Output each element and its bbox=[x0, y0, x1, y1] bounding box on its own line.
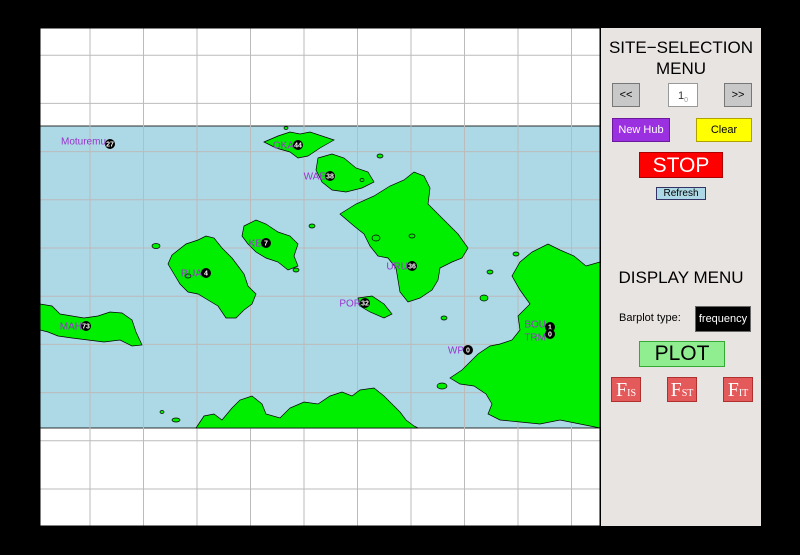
next-button[interactable]: >> bbox=[724, 83, 752, 107]
site-marker[interactable]: 38WAE bbox=[304, 171, 335, 183]
barplot-type-select[interactable]: frequency bbox=[695, 306, 751, 332]
site-label: KE bbox=[249, 239, 263, 250]
site-menu-title: SITE−SELECTION MENU bbox=[601, 37, 761, 79]
barplot-type-label: Barplot type: bbox=[619, 312, 681, 324]
x-tick-label: 2617 bbox=[79, 542, 102, 553]
site-menu-title-line1: SITE−SELECTION bbox=[608, 38, 754, 57]
y-tick-label: 6663 bbox=[20, 285, 31, 308]
site-marker[interactable]: 4RUA bbox=[181, 268, 211, 280]
fit-sub: IT bbox=[738, 388, 749, 399]
y-tick-label: 6662 bbox=[20, 333, 31, 356]
clear-button[interactable]: Clear bbox=[696, 118, 752, 142]
x-tick-label: 2623 bbox=[400, 542, 423, 553]
site-marker[interactable]: 73MAH bbox=[60, 321, 91, 333]
site-label: POR bbox=[339, 299, 361, 310]
y-tick-label: 6667 bbox=[20, 92, 31, 115]
site-label: WAE bbox=[304, 172, 327, 183]
map-area[interactable]: 27 Moturemu 44 OKA 38 WAE 7 KE 4 RUA 36 URU 32 POR 73 M… bbox=[0, 0, 600, 555]
refresh-button[interactable]: Refresh bbox=[656, 187, 706, 200]
plot-button[interactable]: PLOT bbox=[639, 341, 725, 367]
y-tick-label: 6666 bbox=[20, 140, 31, 163]
site-number: 27 bbox=[106, 142, 114, 149]
site-label: MAH bbox=[60, 322, 82, 333]
site-label: BOU bbox=[524, 320, 546, 331]
y-tick-label: 6665 bbox=[20, 188, 31, 211]
islet bbox=[171, 417, 181, 423]
site-label: RUA bbox=[181, 269, 202, 280]
islet bbox=[308, 223, 316, 229]
y-tick-label: 6659 bbox=[20, 477, 31, 500]
site-number: 44 bbox=[294, 143, 302, 150]
x-tick-label: 2625 bbox=[507, 542, 530, 553]
x-tick-label: 2622 bbox=[346, 542, 369, 553]
stop-button[interactable]: STOP bbox=[639, 152, 723, 178]
site-number: 0 bbox=[466, 348, 470, 355]
site-label: WP bbox=[448, 346, 464, 357]
site-number: 38 bbox=[326, 174, 334, 181]
site-number: 7 bbox=[264, 241, 268, 248]
y-tick-label: 6668 bbox=[20, 44, 31, 67]
islet bbox=[440, 315, 448, 321]
page-number-sub: 0 bbox=[684, 97, 689, 105]
y-tick-label: 6664 bbox=[20, 236, 31, 259]
y-tick-label: 6660 bbox=[20, 429, 31, 452]
site-marker[interactable]: 36URU bbox=[386, 261, 417, 273]
site-number: 4 bbox=[204, 271, 208, 278]
display-menu-title: DISPLAY MENU bbox=[618, 268, 744, 287]
x-tick-label: 2618 bbox=[132, 542, 155, 553]
islet bbox=[486, 269, 494, 275]
y-axis-label: Northing (000) bbox=[1, 244, 12, 308]
fis-sub: IS bbox=[627, 388, 637, 399]
islet bbox=[512, 251, 520, 257]
islet bbox=[359, 178, 365, 182]
x-tick-label: 2624 bbox=[453, 542, 476, 553]
site-marker[interactable]: 32POR bbox=[339, 298, 370, 310]
x-tick-label: 2619 bbox=[186, 542, 209, 553]
site-number: 73 bbox=[82, 324, 90, 331]
fst-button[interactable]: FST bbox=[667, 377, 697, 402]
x-tick-label: 2626 bbox=[560, 542, 583, 553]
islet bbox=[376, 153, 384, 159]
page-number-input[interactable]: 10 bbox=[668, 83, 698, 107]
fit-button[interactable]: FIT bbox=[723, 377, 753, 402]
x-tick-label: 2621 bbox=[293, 542, 316, 553]
fit-main: F bbox=[727, 379, 739, 401]
new-hub-button[interactable]: New Hub bbox=[612, 118, 670, 142]
fst-sub: ST bbox=[681, 388, 694, 399]
site-number: 32 bbox=[361, 301, 369, 308]
site-label: URU bbox=[386, 262, 408, 273]
y-tick-label: 6661 bbox=[20, 381, 31, 404]
islet bbox=[283, 126, 289, 130]
islet bbox=[159, 410, 165, 414]
islet bbox=[479, 294, 489, 302]
islet bbox=[371, 234, 381, 242]
islet bbox=[408, 233, 416, 239]
site-number: 36 bbox=[408, 264, 416, 271]
prev-button[interactable]: << bbox=[612, 83, 640, 107]
site-label: TRM bbox=[524, 333, 546, 344]
fis-main: F bbox=[615, 379, 628, 401]
site-menu-title-line2: MENU bbox=[655, 59, 707, 78]
site-marker[interactable]: 44OKA bbox=[273, 140, 303, 152]
islet bbox=[436, 382, 448, 390]
x-tick-label: 2620 bbox=[239, 542, 262, 553]
site-marker[interactable]: 0WP bbox=[448, 345, 473, 357]
site-number: 0 bbox=[548, 332, 552, 339]
fis-button[interactable]: FIS bbox=[611, 377, 641, 402]
site-label: Moturemu bbox=[61, 137, 106, 148]
map-plot[interactable]: 27Moturemu 44OKA 38WAE 7KE 4RUA 36URU 32POR 73M… bbox=[0, 0, 600, 555]
fst-main: F bbox=[670, 379, 682, 401]
site-label: OKA bbox=[273, 141, 294, 152]
islet bbox=[292, 267, 300, 273]
side-panel: SITE−SELECTION MENU << 10 >> New Hub Cle… bbox=[600, 28, 761, 526]
islet bbox=[151, 243, 161, 249]
